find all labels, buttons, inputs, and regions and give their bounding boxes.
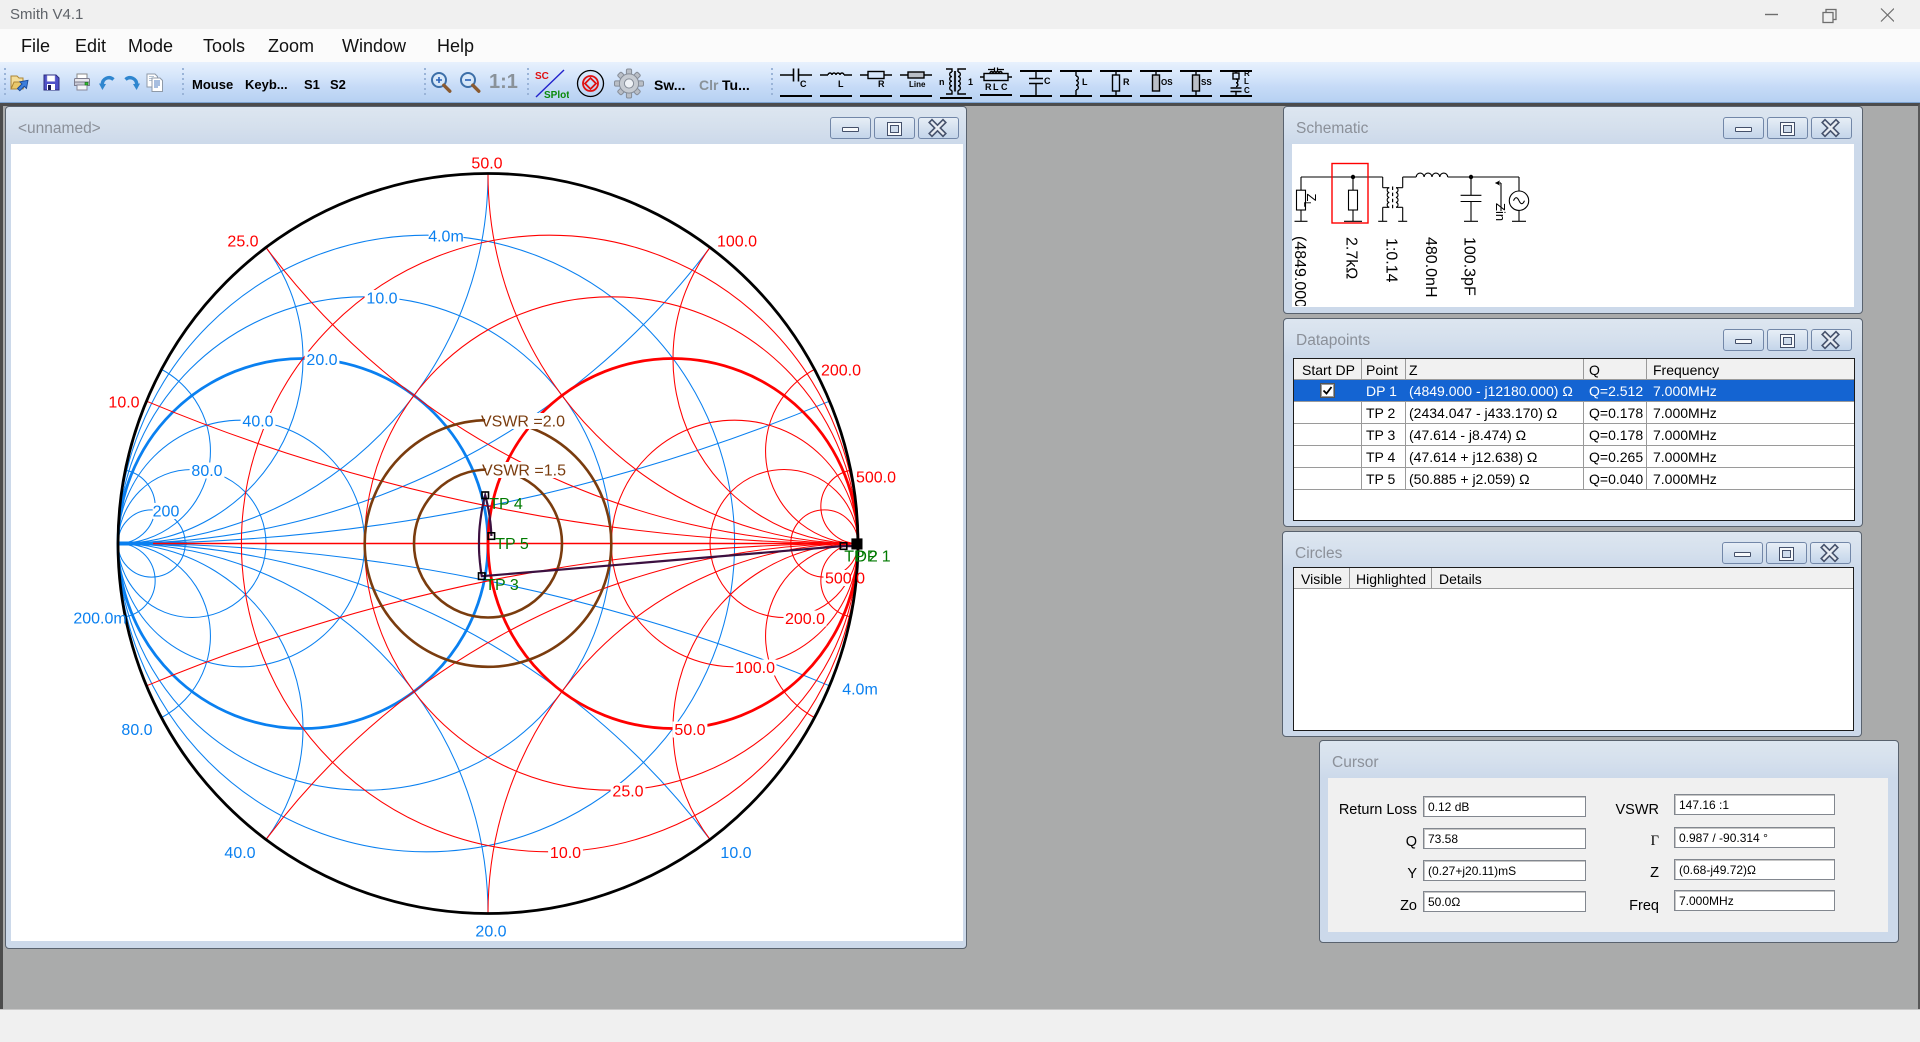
svg-text:(4849.000 - j12180.000): (4849.000 - j12180.000) (1292, 236, 1308, 306)
svg-text:SC: SC (535, 71, 549, 82)
svg-text:DP 1: DP 1 (855, 549, 890, 566)
svg-text:25.0: 25.0 (227, 234, 258, 251)
svg-text:C: C (1001, 82, 1008, 92)
svg-text:4.0m: 4.0m (428, 229, 464, 246)
svg-text:SPlot: SPlot (544, 90, 569, 100)
svg-text:4.0m: 4.0m (842, 682, 878, 699)
svg-text:20.0: 20.0 (475, 924, 506, 941)
svg-text:2.7kΩ: 2.7kΩ (1343, 237, 1360, 279)
svg-text:40.0: 40.0 (224, 845, 255, 862)
svg-text:500.0: 500.0 (856, 470, 896, 487)
svg-text:C: C (1244, 86, 1250, 95)
svg-text:Line: Line (909, 80, 926, 89)
svg-text:L: L (1244, 77, 1249, 86)
svg-text:TP 3: TP 3 (485, 577, 519, 594)
svg-text:C: C (800, 79, 807, 89)
svg-text:TP 5: TP 5 (495, 536, 529, 553)
svg-text:100.0: 100.0 (717, 234, 757, 251)
svg-text:SS: SS (1201, 78, 1212, 87)
svg-text:L: L (1082, 77, 1088, 87)
svg-text:100.0: 100.0 (735, 660, 775, 677)
svg-text:80.0: 80.0 (121, 722, 152, 739)
svg-text:200.0: 200.0 (821, 363, 861, 380)
svg-text:480.0nH: 480.0nH (1422, 237, 1439, 298)
svg-text:200.0: 200.0 (785, 611, 825, 628)
svg-text:R: R (878, 79, 885, 89)
svg-text:100.3pF: 100.3pF (1461, 237, 1478, 296)
svg-text:VSWR =2.0: VSWR =2.0 (481, 414, 565, 431)
svg-text:200: 200 (153, 504, 180, 521)
svg-text:10.0: 10.0 (550, 845, 581, 862)
svg-text:VSWR =1.5: VSWR =1.5 (482, 463, 566, 480)
svg-text:1: 1 (968, 77, 973, 87)
svg-text:10.0: 10.0 (720, 845, 751, 862)
svg-text:500.0: 500.0 (825, 571, 865, 588)
svg-text:R: R (985, 82, 992, 92)
svg-text:20.0: 20.0 (306, 352, 337, 369)
svg-text:R: R (1123, 77, 1130, 87)
svg-text:1:0.14: 1:0.14 (1383, 238, 1400, 283)
svg-text:C: C (1044, 76, 1051, 86)
svg-text:200.0m: 200.0m (73, 611, 126, 628)
svg-text:25.0: 25.0 (612, 784, 643, 801)
svg-text:n: n (939, 77, 945, 87)
svg-text:L: L (838, 79, 844, 89)
svg-text:40.0: 40.0 (242, 414, 273, 431)
svg-text:10.0: 10.0 (366, 291, 397, 308)
svg-text:L: L (993, 82, 999, 92)
svg-text:50.0: 50.0 (674, 722, 705, 739)
svg-text:10.0: 10.0 (108, 395, 139, 412)
svg-text:Zin: Zin (1493, 203, 1508, 221)
svg-text:80.0: 80.0 (191, 463, 222, 480)
svg-text:TP 4: TP 4 (489, 496, 523, 513)
svg-text:OS: OS (1161, 78, 1173, 87)
svg-text:ZL: ZL (1301, 194, 1319, 208)
svg-text:50.0: 50.0 (471, 156, 502, 173)
